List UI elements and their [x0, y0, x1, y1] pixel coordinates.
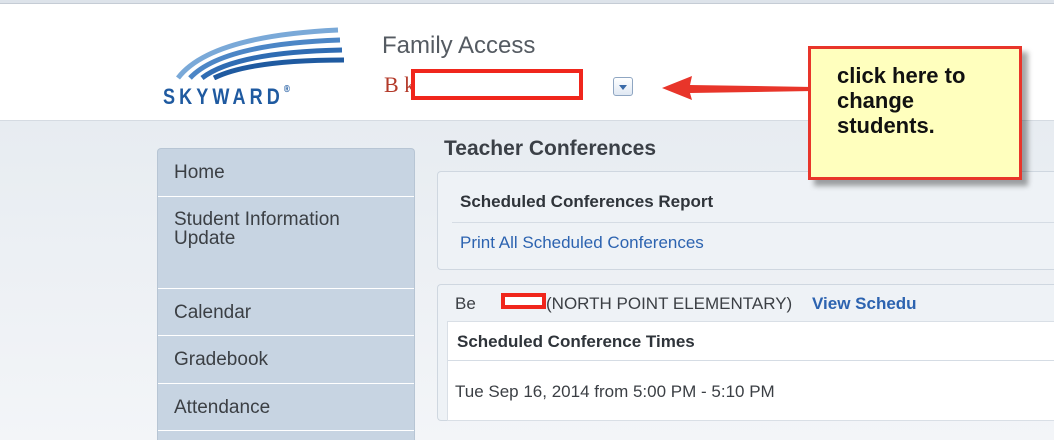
chevron-down-icon[interactable]: [613, 77, 633, 96]
sidebar-item-label: Home: [174, 162, 225, 183]
sidebar-item-attendance[interactable]: Attendance: [158, 384, 414, 431]
sidebar-nav: Home Student Information Update Calendar…: [157, 148, 415, 440]
skyward-swoosh-icon: [176, 27, 345, 80]
view-schedule-link[interactable]: View Schedu: [812, 294, 917, 314]
section-title: Scheduled Conference Times: [457, 332, 695, 351]
scheduled-conferences-report-panel: Scheduled Conferences Report Print All S…: [437, 171, 1054, 270]
page-title: Teacher Conferences: [444, 137, 657, 160]
skyward-logo-text: SKYWARD®: [163, 84, 295, 109]
sidebar-item-label: Calendar: [174, 302, 252, 323]
school-name-label: (NORTH POINT ELEMENTARY): [546, 294, 793, 313]
sidebar-item-label: Attendance: [174, 397, 271, 418]
student-redaction-box: [501, 293, 546, 309]
student-name-label: Be: [455, 294, 476, 313]
app-title: Family Access: [382, 32, 536, 59]
callout-text: click here to change students.: [837, 63, 966, 138]
name-redaction-box: [411, 69, 583, 100]
sidebar-item-calendar[interactable]: Calendar: [158, 289, 414, 336]
divider: [452, 222, 1054, 223]
callout-note: click here to change students.: [808, 46, 1022, 180]
sidebar-item-home[interactable]: Home: [158, 149, 414, 197]
conference-time: Tue Sep 16, 2014 from 5:00 PM - 5:10 PM: [455, 382, 775, 401]
divider: [448, 360, 1054, 361]
conference-times-section: Scheduled Conference Times Tue Sep 16, 2…: [447, 321, 1054, 421]
sidebar-item-student-information-update[interactable]: Student Information Update: [158, 197, 414, 289]
print-all-conferences-link[interactable]: Print All Scheduled Conferences: [460, 233, 704, 253]
sidebar-item-label: Student Information Update: [174, 209, 340, 249]
sidebar-item-label: Gradebook: [174, 349, 269, 370]
arrow-left-icon: [662, 76, 813, 100]
panel-title: Scheduled Conferences Report: [460, 192, 714, 211]
sidebar-item-gradebook[interactable]: Gradebook: [158, 336, 414, 384]
